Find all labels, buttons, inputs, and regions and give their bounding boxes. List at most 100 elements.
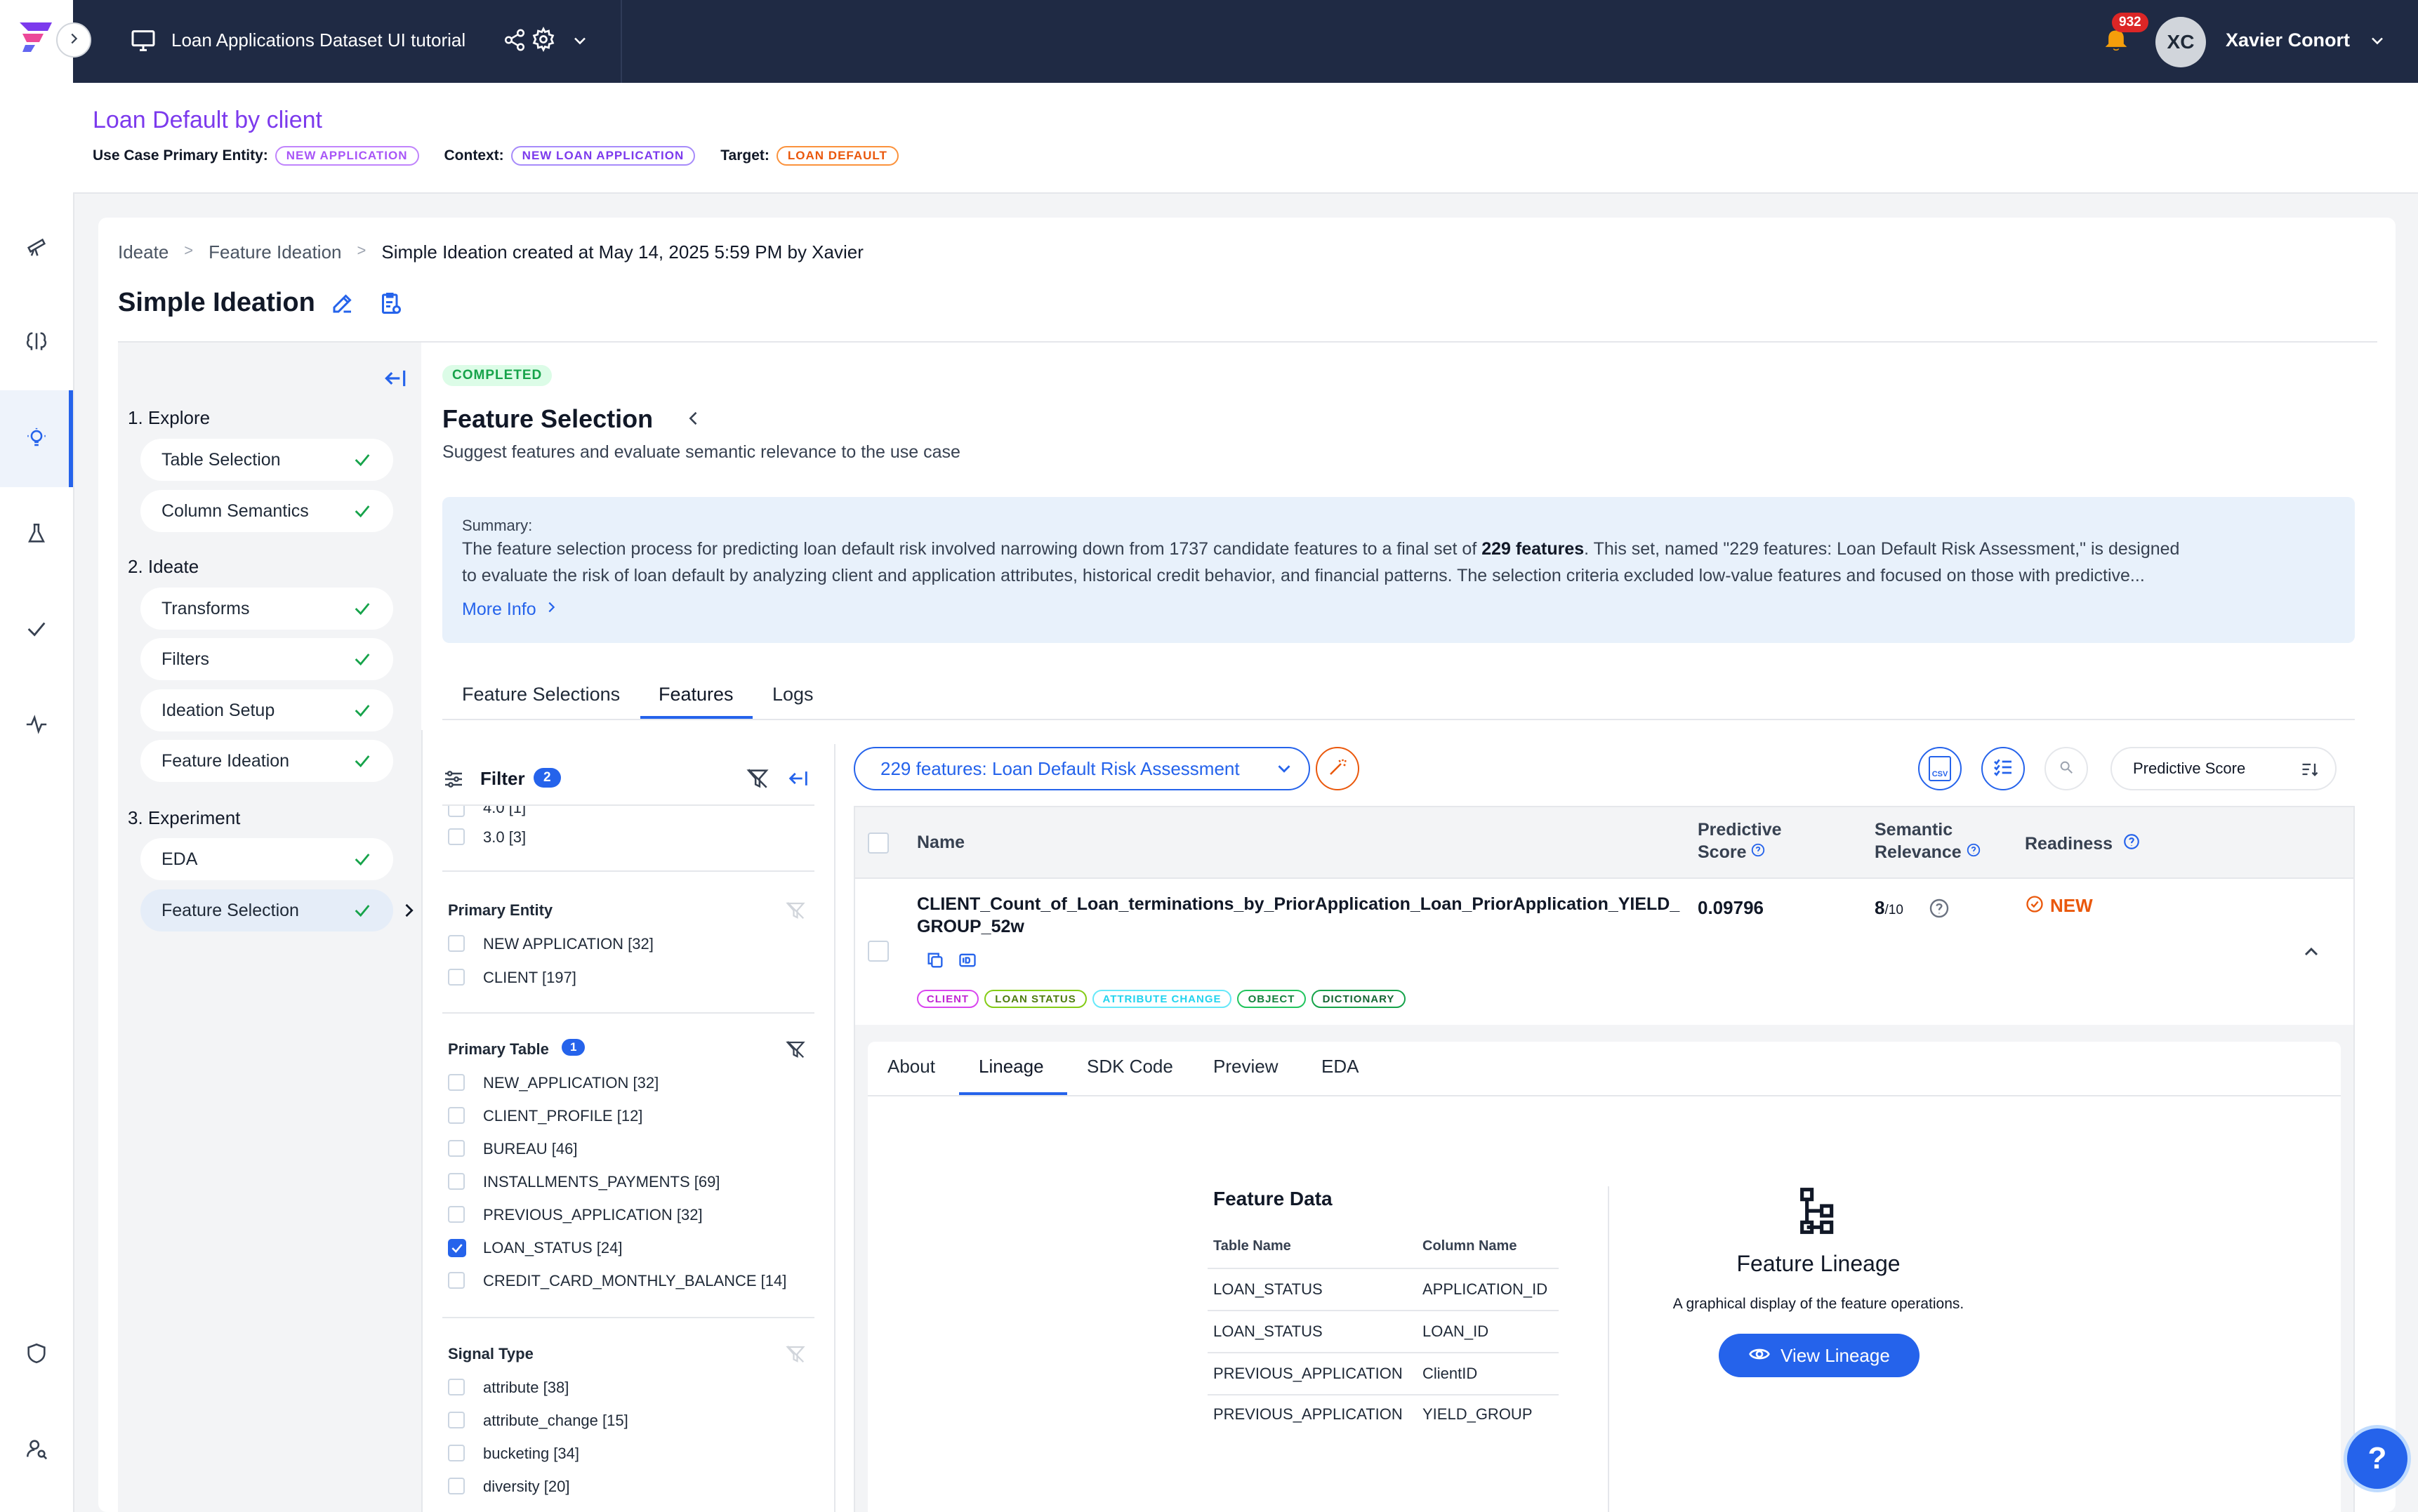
column-header-readiness[interactable]: Readiness (2025, 833, 2141, 856)
expand-sidebar-button[interactable] (56, 22, 91, 58)
use-case-title[interactable]: Loan Default by client (93, 107, 322, 134)
filter-checkbox[interactable] (448, 1379, 465, 1395)
filter-checkbox[interactable] (448, 1173, 465, 1190)
project-title[interactable]: Loan Applications Dataset UI tutorial (171, 29, 465, 51)
id-icon[interactable] (958, 950, 977, 974)
share-icon[interactable] (503, 28, 527, 55)
column-chooser-button[interactable] (1981, 747, 2025, 790)
search-button[interactable] (2044, 747, 2088, 790)
user-menu-chevron-icon[interactable] (2367, 31, 2387, 54)
chevron-down-icon[interactable] (570, 31, 590, 54)
lightbulb-icon[interactable] (21, 423, 52, 453)
clipboard-icon[interactable] (378, 291, 403, 319)
chevron-left-icon[interactable] (684, 409, 703, 432)
detail-tab-about[interactable]: About (887, 1056, 935, 1077)
selection-dropdown[interactable]: 229 features: Loan Default Risk Assessme… (854, 747, 1310, 790)
filter-clear-icon[interactable] (785, 1039, 806, 1063)
filter-checkbox[interactable] (448, 1074, 465, 1091)
filter-checkbox-checked[interactable] (448, 1239, 466, 1257)
select-all-checkbox[interactable] (868, 833, 889, 854)
tab-feature-selections[interactable]: Feature Selections (462, 684, 620, 705)
filter-right-divider (834, 744, 835, 1512)
tag-client: CLIENT (917, 990, 979, 1008)
filter-checkbox[interactable] (448, 1107, 465, 1124)
avatar[interactable]: XC (2155, 17, 2206, 67)
search-icon (2059, 760, 2074, 778)
use-case-meta: Use Case Primary Entity: NEW APPLICATION… (93, 146, 899, 166)
top-bar: Loan Applications Dataset UI tutorial 93… (73, 0, 2418, 83)
step-eda[interactable]: EDA (140, 838, 393, 880)
chevron-right-icon (399, 901, 418, 924)
filter-checkbox[interactable] (448, 969, 465, 986)
csv-export-button[interactable]: CSV (1918, 747, 1962, 790)
detail-tab-eda[interactable]: EDA (1321, 1056, 1359, 1077)
detail-tab-preview[interactable]: Preview (1213, 1056, 1278, 1077)
breadcrumb-ideate[interactable]: Ideate (118, 241, 169, 263)
detail-card (868, 1042, 2341, 1512)
step-label: Ideation Setup (161, 700, 275, 720)
flask-icon[interactable] (21, 518, 52, 549)
help-circle-icon[interactable] (1966, 841, 1981, 863)
breadcrumb-feature-ideation[interactable]: Feature Ideation (209, 241, 341, 263)
header-line-2: Relevance (1875, 841, 1981, 863)
filter-checkbox[interactable] (448, 1272, 465, 1289)
collapse-filter-icon[interactable] (786, 767, 810, 794)
step-filters[interactable]: Filters (140, 638, 393, 680)
column-header-semantic-relevance[interactable]: Semantic Relevance (1875, 818, 1981, 863)
step-transforms[interactable]: Transforms (140, 588, 393, 630)
step-feature-ideation[interactable]: Feature Ideation (140, 740, 393, 782)
chevron-down-icon (1274, 758, 1295, 783)
feature-name[interactable]: CLIENT_Count_of_Loan_terminations_by_Pri… (917, 893, 1679, 938)
tab-logs[interactable]: Logs (772, 684, 814, 705)
telescope-icon[interactable] (21, 230, 52, 261)
filter-checkbox[interactable] (448, 1478, 465, 1494)
column-header-name[interactable]: Name (917, 833, 965, 853)
lineage-title: Feature Lineage (1736, 1251, 1901, 1276)
filter-checkbox[interactable] (448, 935, 465, 952)
logo-icon[interactable] (15, 17, 58, 55)
detail-tab-lineage[interactable]: Lineage (979, 1056, 1044, 1077)
filter-section-primary-entity: Primary Entity (448, 901, 553, 919)
filter-clear-icon[interactable] (785, 1344, 806, 1368)
predictive-score-value: 0.09796 (1698, 897, 1764, 918)
wand-icon (1327, 757, 1348, 781)
row-checkbox[interactable] (868, 941, 889, 962)
hierarchy-icon (1799, 1186, 1838, 1239)
check-icon[interactable] (21, 614, 52, 644)
step-feature-selection[interactable]: Feature Selection (140, 889, 393, 931)
copy-icon[interactable] (925, 950, 945, 974)
step-column-semantics[interactable]: Column Semantics (140, 490, 393, 532)
user-name[interactable]: Xavier Conort (2226, 29, 2350, 51)
collapse-steps-icon[interactable] (382, 365, 409, 395)
filter-checkbox[interactable] (448, 1412, 465, 1428)
filter-checkbox[interactable] (448, 1140, 465, 1157)
help-button[interactable]: ? (2344, 1425, 2411, 1492)
filter-checkbox[interactable] (448, 806, 465, 817)
more-info-link[interactable]: More Info (462, 599, 559, 620)
sort-dropdown[interactable]: Predictive Score (2110, 747, 2337, 790)
help-circle-icon[interactable] (2122, 833, 2141, 856)
step-table-selection[interactable]: Table Selection (140, 439, 393, 481)
help-circle-icon[interactable] (1928, 897, 1950, 923)
column-header-predictive-score[interactable]: Predictive Score (1698, 818, 1782, 863)
step-ideation-setup[interactable]: Ideation Setup (140, 689, 393, 731)
filter-clear-icon[interactable] (746, 767, 769, 794)
filter-checkbox[interactable] (448, 828, 465, 845)
csv-icon: CSV (1929, 756, 1951, 781)
shield-icon[interactable] (21, 1338, 52, 1369)
brain-icon[interactable] (21, 326, 52, 357)
help-circle-icon[interactable] (1750, 841, 1766, 863)
user-search-icon[interactable] (21, 1433, 52, 1464)
filter-checkbox[interactable] (448, 1206, 465, 1223)
check-icon (352, 849, 372, 874)
pulse-icon[interactable] (21, 709, 52, 740)
view-lineage-button[interactable]: View Lineage (1719, 1334, 1920, 1377)
chevron-up-icon[interactable] (2300, 941, 2323, 967)
filter-checkbox[interactable] (448, 1445, 465, 1461)
tab-features[interactable]: Features (659, 684, 734, 705)
filter-clear-icon[interactable] (785, 900, 806, 924)
edit-icon[interactable] (330, 291, 355, 319)
gear-icon[interactable] (531, 26, 556, 55)
wand-button[interactable] (1316, 747, 1359, 790)
detail-tab-sdk-code[interactable]: SDK Code (1087, 1056, 1173, 1077)
